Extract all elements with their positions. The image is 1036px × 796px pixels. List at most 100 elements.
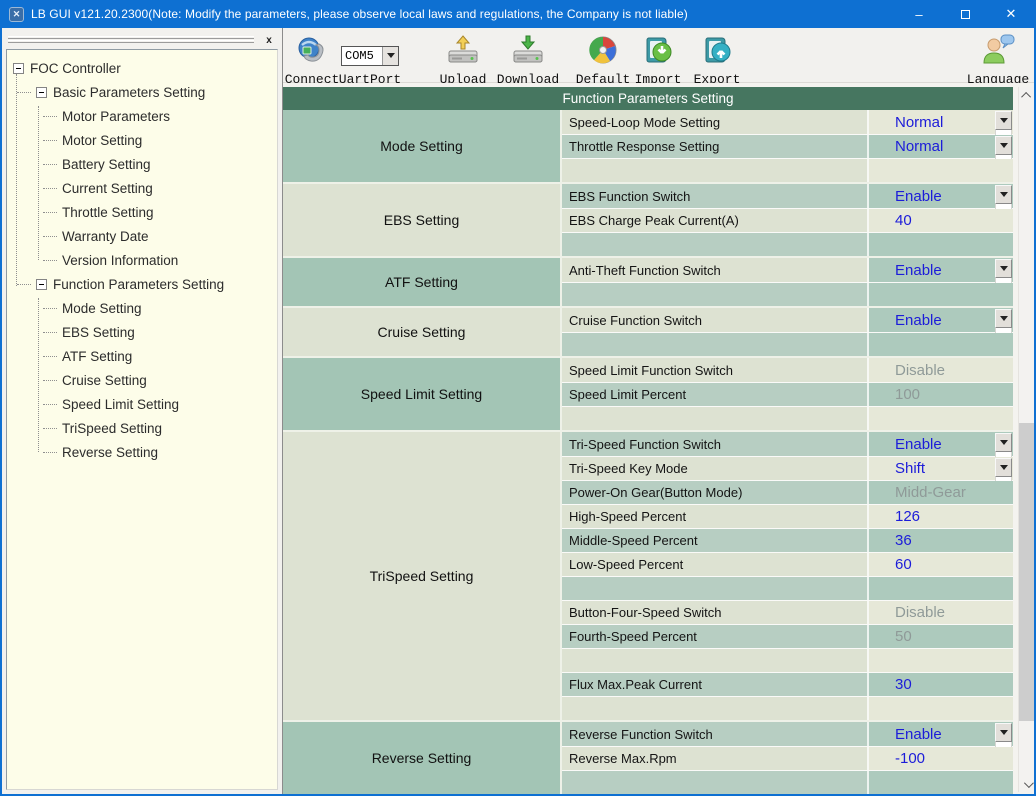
group-trispeed-setting: TriSpeed SettingTri-Speed Function Switc… [283,430,1013,720]
param-value: 40 [895,212,912,229]
maximize-button[interactable] [942,0,988,28]
dropdown-button[interactable] [995,433,1012,452]
param-value-cell[interactable]: Normal [869,135,1013,158]
tree-item-label: Cruise Setting [62,373,147,388]
dropdown-button[interactable] [995,458,1012,477]
param-value-cell[interactable]: Midd-Gear [869,481,1013,504]
minimize-button[interactable]: – [896,0,942,28]
param-value-cell[interactable]: 100 [869,383,1013,406]
tree-item-label: Function Parameters Setting [53,277,224,292]
tree-item-version-information[interactable]: Version Information [7,248,277,272]
param-value-cell[interactable]: 40 [869,209,1013,232]
param-row: Power-On Gear(Button Mode)Midd-Gear [562,480,1013,504]
param-label: EBS Function Switch [562,184,869,208]
param-value-cell[interactable]: 30 [869,673,1013,696]
tree-item-warranty-date[interactable]: Warranty Date [7,224,277,248]
param-value-cell[interactable]: Enable [869,184,1013,208]
chevron-down-icon [1000,192,1008,197]
group-mode-setting: Mode SettingSpeed-Loop Mode SettingNorma… [283,110,1013,182]
tree-item-motor-setting[interactable]: Motor Setting [7,128,277,152]
param-value-cell [869,159,1013,182]
param-value: Midd-Gear [895,484,966,501]
tree-item-label: Warranty Date [62,229,149,244]
tree-item-function-parameters-setting[interactable]: Function Parameters Setting [7,272,277,296]
param-value: 50 [895,628,912,645]
toolbar: ConnectCOM5UartPortUploadDownloadDefault… [283,28,1034,83]
param-value-cell[interactable]: 60 [869,553,1013,576]
panel-close-icon[interactable]: x [262,33,276,47]
language-button[interactable]: Language [959,32,1036,87]
scrollbar-thumb[interactable] [1019,423,1035,721]
group-ebs-setting: EBS SettingEBS Function SwitchEnableEBS … [283,182,1013,256]
param-label [562,577,869,600]
uart-port-select[interactable]: COM5 [341,46,399,66]
upload-button[interactable]: Upload [431,32,495,87]
spacer-row [562,406,1013,430]
param-value-cell[interactable]: Disable [869,358,1013,382]
param-value-cell[interactable]: Enable [869,432,1013,456]
tree-collapse-icon[interactable] [36,87,47,98]
import-button[interactable]: Import [629,32,687,87]
param-value-cell[interactable]: Enable [869,722,1013,746]
tree-item-basic-parameters-setting[interactable]: Basic Parameters Setting [7,80,277,104]
panel-grip-handle[interactable] [8,36,254,44]
param-label [562,283,869,306]
dropdown-button[interactable] [995,136,1012,155]
scroll-down-icon[interactable] [1019,776,1035,792]
param-value-cell[interactable]: Disable [869,601,1013,624]
param-row: Speed-Loop Mode SettingNormal [562,110,1013,134]
spacer-row [562,770,1013,794]
tree-item-ebs-setting[interactable]: EBS Setting [7,320,277,344]
tree-item-current-setting[interactable]: Current Setting [7,176,277,200]
param-label: Low-Speed Percent [562,553,869,576]
param-label [562,233,869,256]
tree-item-foc-controller[interactable]: FOC Controller [7,56,277,80]
export-button[interactable]: Export [687,32,747,87]
tree-item-cruise-setting[interactable]: Cruise Setting [7,368,277,392]
close-button[interactable]: ✕ [988,0,1034,28]
tree-item-speed-limit-setting[interactable]: Speed Limit Setting [7,392,277,416]
tree-item-atf-setting[interactable]: ATF Setting [7,344,277,368]
param-value-cell[interactable]: -100 [869,747,1013,770]
param-label: Speed Limit Function Switch [562,358,869,382]
chevron-down-icon[interactable] [382,47,398,65]
tree-collapse-icon[interactable] [36,279,47,290]
dropdown-button[interactable] [995,185,1012,204]
param-value-cell[interactable]: Normal [869,110,1013,134]
param-label [562,771,869,794]
dropdown-button[interactable] [995,259,1012,278]
tree-item-mode-setting[interactable]: Mode Setting [7,296,277,320]
param-value-cell[interactable]: 50 [869,625,1013,648]
chevron-down-icon [1000,266,1008,271]
dropdown-button[interactable] [995,723,1012,742]
maximize-icon [961,10,970,19]
scroll-up-icon[interactable] [1019,87,1035,103]
uartport-button[interactable]: COM5UartPort [335,32,405,87]
param-value-cell[interactable]: 36 [869,529,1013,552]
tree-item-motor-parameters[interactable]: Motor Parameters [7,104,277,128]
uart-port-value: COM5 [342,49,382,63]
tree-item-trispeed-setting[interactable]: TriSpeed Setting [7,416,277,440]
vertical-scrollbar[interactable] [1018,87,1034,792]
parameter-tree: FOC ControllerBasic Parameters SettingMo… [6,49,278,790]
group-reverse-setting: Reverse SettingReverse Function SwitchEn… [283,720,1013,794]
tree-collapse-icon[interactable] [13,63,24,74]
dropdown-button[interactable] [995,309,1012,328]
connect-icon [295,32,329,70]
tree-item-label: Mode Setting [62,301,142,316]
default-button[interactable]: Default [571,32,635,87]
dropdown-button[interactable] [995,111,1012,130]
download-button[interactable]: Download [487,32,569,87]
spacer-row [562,576,1013,600]
tree-item-reverse-setting[interactable]: Reverse Setting [7,440,277,464]
spacer-row [562,158,1013,182]
tree-item-battery-setting[interactable]: Battery Setting [7,152,277,176]
connect-button[interactable]: Connect [283,32,341,87]
param-value-cell[interactable]: Enable [869,258,1013,282]
param-value: Enable [895,312,942,329]
tree-item-throttle-setting[interactable]: Throttle Setting [7,200,277,224]
param-label [562,333,869,356]
param-value-cell[interactable]: 126 [869,505,1013,528]
param-value-cell[interactable]: Shift [869,457,1013,480]
param-value-cell[interactable]: Enable [869,308,1013,332]
